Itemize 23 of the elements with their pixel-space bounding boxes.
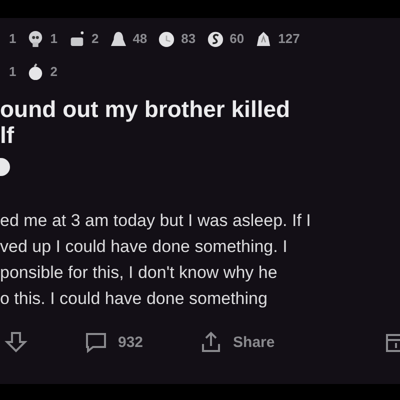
apple-icon: [27, 62, 44, 80]
coin-icon: [206, 30, 224, 46]
skull-icon: [27, 30, 44, 46]
cake-icon: [68, 30, 86, 46]
award-count: 60: [230, 30, 244, 46]
post-text: ponsible for this, I don't know why he: [0, 262, 278, 284]
award-count: 1: [9, 64, 16, 78]
award-count: 2: [50, 64, 58, 78]
post-text: o this. I could have done something: [0, 288, 268, 310]
comment-icon[interactable]: [84, 330, 108, 354]
post-title: lf: [0, 122, 14, 148]
award-count: 1: [9, 30, 16, 46]
post-title: ound out my brother killed: [0, 96, 290, 122]
award-count: 2: [91, 30, 99, 46]
downvote-icon[interactable]: [4, 330, 28, 354]
post-text: ved up I could have done something. I: [0, 236, 288, 258]
award-count: 127: [278, 30, 300, 46]
award-count: 48: [132, 30, 148, 46]
post-text: ed me at 3 am today but I was asleep. If I: [0, 210, 311, 232]
share-label[interactable]: Share: [233, 334, 275, 350]
award-count: 1: [50, 30, 58, 46]
award-count: 83: [181, 30, 196, 46]
comment-count: 932: [118, 334, 144, 350]
